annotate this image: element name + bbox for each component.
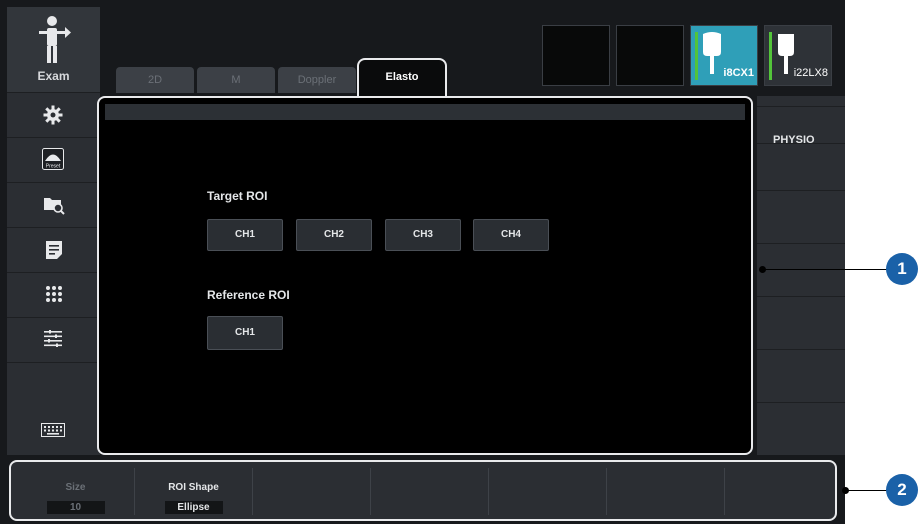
probe-slot-empty-1[interactable]: [542, 25, 610, 86]
left-sidebar: Exam Preset: [7, 7, 100, 455]
roi-shape-label: ROI Shape: [168, 482, 219, 493]
exam-button[interactable]: Exam: [7, 7, 100, 93]
keyboard-button[interactable]: [7, 363, 100, 455]
callout-2-badge: 2: [886, 474, 918, 506]
preset-icon: Preset: [42, 148, 64, 170]
grid-icon: [46, 286, 62, 302]
right-cell-5[interactable]: [757, 297, 845, 350]
target-roi-label: Target ROI: [207, 189, 268, 203]
bottom-slot-6[interactable]: [607, 468, 725, 515]
probe-connected-indicator: [769, 32, 772, 80]
probe-label-i22lx8: i22LX8: [793, 67, 828, 79]
right-cell-7[interactable]: [757, 403, 845, 455]
probe-label-i8cx1: i8CX1: [723, 67, 754, 79]
preset-button[interactable]: Preset: [7, 138, 100, 183]
probe-slot-empty-2[interactable]: [616, 25, 684, 86]
folder-search-button[interactable]: [7, 183, 100, 228]
list-icon: [44, 330, 62, 347]
tab-m[interactable]: M: [197, 67, 275, 93]
physio-button[interactable]: PHYSIO: [757, 106, 845, 191]
target-ch2-button[interactable]: CH2: [296, 219, 372, 251]
bottom-slot-5[interactable]: [489, 468, 607, 515]
right-cell-4[interactable]: [757, 244, 845, 297]
reference-ch1-button[interactable]: CH1: [207, 316, 283, 350]
gear-icon: [43, 105, 63, 125]
exam-label: Exam: [37, 69, 70, 83]
size-control[interactable]: Size 10: [17, 468, 135, 515]
report-icon: [46, 241, 62, 259]
roi-shape-value: Ellipse: [164, 501, 223, 514]
target-ch4-button[interactable]: CH4: [473, 219, 549, 251]
tab-2d[interactable]: 2D: [116, 67, 194, 93]
list-button[interactable]: [7, 318, 100, 363]
patient-exam-icon: [39, 16, 71, 63]
target-ch1-button[interactable]: CH1: [207, 219, 283, 251]
physio-label: PHYSIO: [773, 134, 815, 146]
keyboard-icon: [41, 423, 65, 437]
callout-2-line: [845, 490, 888, 491]
elasto-panel: Target ROI CH1 CH2 CH3 CH4 Reference ROI…: [97, 96, 753, 455]
callout-1-badge: 1: [886, 253, 918, 285]
right-cell-6[interactable]: [757, 350, 845, 403]
roi-shape-control[interactable]: ROI Shape Ellipse: [135, 468, 253, 515]
folder-search-icon: [44, 198, 65, 215]
tab-elasto[interactable]: Elasto: [357, 58, 447, 100]
convex-probe-icon: [703, 32, 721, 74]
preset-icon-label: Preset: [46, 164, 61, 170]
right-panel: PHYSIO: [757, 96, 845, 455]
size-value: 10: [46, 501, 105, 514]
probe-i22lx8[interactable]: i22LX8: [764, 25, 832, 86]
grid-button[interactable]: [7, 273, 100, 318]
settings-button[interactable]: [7, 93, 100, 138]
ultrasound-touch-panel: Exam Preset 2D M Doppler Elasto i8CX1 i2…: [0, 0, 845, 524]
target-ch3-button[interactable]: CH3: [385, 219, 461, 251]
bottom-slot-3[interactable]: [253, 468, 371, 515]
bottom-slot-7[interactable]: [725, 468, 829, 515]
tab-doppler[interactable]: Doppler: [278, 67, 356, 93]
right-cell-3[interactable]: [757, 191, 845, 244]
report-button[interactable]: [7, 228, 100, 273]
bottom-parameter-bar: Size 10 ROI Shape Ellipse: [9, 460, 837, 521]
panel-header-bar: [105, 104, 745, 120]
size-label: Size: [65, 482, 86, 493]
reference-roi-label: Reference ROI: [207, 288, 290, 302]
callout-1-line: [762, 269, 888, 270]
bottom-slot-4[interactable]: [371, 468, 489, 515]
probe-i8cx1[interactable]: i8CX1: [690, 25, 758, 86]
probe-active-indicator: [695, 32, 698, 80]
